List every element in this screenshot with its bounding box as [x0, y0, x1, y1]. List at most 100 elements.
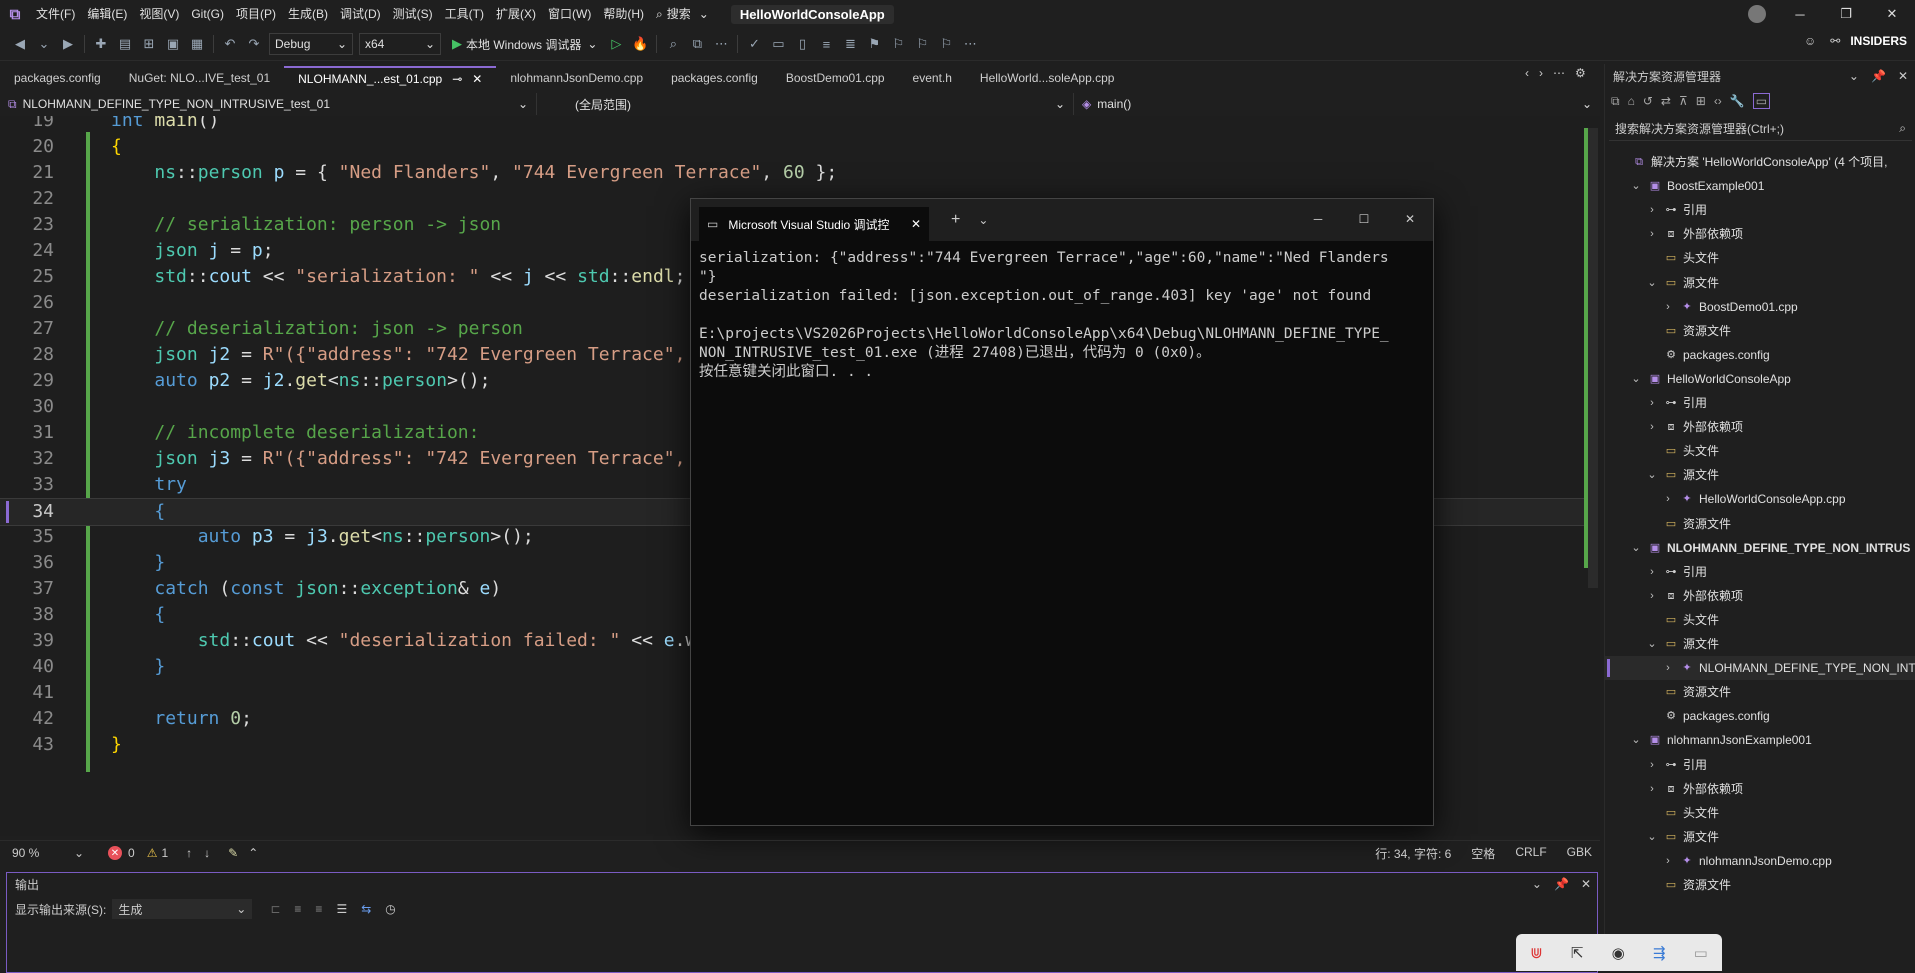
collapse-all-icon[interactable]: ⊼ — [1679, 94, 1688, 108]
close-icon[interactable]: ✕ — [1387, 199, 1433, 239]
encoding[interactable]: GBK — [1567, 845, 1592, 862]
cleanup-icon[interactable]: ✎ — [228, 846, 238, 860]
solution-tree-item[interactable]: ⌄ ▣ BoostExample001 — [1605, 174, 1915, 198]
restore-icon[interactable]: ❐ — [1823, 0, 1869, 28]
pin-icon[interactable]: ⊸ — [452, 68, 462, 90]
chevron-down-icon[interactable]: ⌄ — [1629, 728, 1643, 752]
chevron-right-icon[interactable]: › — [1645, 415, 1659, 439]
chevron-down-icon[interactable]: ⌄ — [1645, 825, 1659, 849]
solution-tree-item[interactable]: ▭ 资源文件 — [1605, 512, 1915, 536]
chevron-down-icon[interactable]: ⌄ — [978, 213, 988, 227]
solution-tree-item[interactable]: ⌄ ▭ 源文件 — [1605, 463, 1915, 487]
solution-tree-item[interactable]: › ⧈ 外部依赖项 — [1605, 777, 1915, 801]
back-icon[interactable]: ◀ — [9, 33, 31, 55]
solution-tree-item[interactable]: ⌄ ▣ nlohmannJsonExample001 — [1605, 728, 1915, 752]
window-icon[interactable]: ▭ — [1694, 944, 1708, 962]
solution-search-input[interactable]: 搜索解决方案资源管理器(Ctrl+;) ⌕ — [1609, 116, 1912, 141]
chevron-up-icon[interactable]: ⌃ — [248, 846, 258, 860]
chevron-down-icon[interactable]: ⌄ — [1645, 271, 1659, 295]
close-icon[interactable]: ✕ — [1898, 69, 1908, 83]
solution-tree-item[interactable]: › ⧈ 外部依赖项 — [1605, 222, 1915, 246]
save-all-icon[interactable]: ▦ — [186, 33, 208, 55]
share-icon[interactable]: ⚯ — [1830, 34, 1840, 48]
undo-icon[interactable]: ↶ — [219, 33, 241, 55]
error-icon[interactable]: ✕ — [108, 846, 122, 860]
solution-tree-item[interactable]: ⌄ ▭ 源文件 — [1605, 825, 1915, 849]
arrow-up-icon[interactable]: ↑ — [186, 846, 192, 860]
close-icon[interactable]: ✕ — [472, 68, 482, 90]
comment-icon[interactable]: ▭ — [767, 33, 789, 55]
chevron-right-icon[interactable]: › — [1645, 777, 1659, 801]
more-icon[interactable]: ⋯ — [710, 33, 732, 55]
menu-item[interactable]: 帮助(H) — [597, 0, 650, 28]
project-select[interactable]: ⧉ NLOHMANN_DEFINE_TYPE_NON_INTRUSIVE_tes… — [0, 93, 537, 115]
editor-tab[interactable]: BoostDemo01.cpp — [772, 66, 899, 90]
line-ending[interactable]: CRLF — [1515, 845, 1546, 862]
spell-check-icon[interactable]: ✓ — [743, 33, 765, 55]
solution-tree-item[interactable]: ⧉ 解决方案 'HelloWorldConsoleApp' (4 个项目, — [1605, 150, 1915, 174]
solution-tree-item[interactable]: ⌄ ▭ 源文件 — [1605, 632, 1915, 656]
solution-tree-item[interactable]: › ⊶ 引用 — [1605, 391, 1915, 415]
pin-icon[interactable]: 📌 — [1871, 69, 1886, 83]
solution-tree-item[interactable]: › ⊶ 引用 — [1605, 753, 1915, 777]
chevron-right-icon[interactable]: › — [1661, 295, 1675, 319]
editor-tab[interactable]: nlohmannJsonDemo.cpp — [496, 66, 657, 90]
outdent-icon[interactable]: ≣ — [839, 33, 861, 55]
solution-tree-item[interactable]: ⌄ ▭ 源文件 — [1605, 271, 1915, 295]
chevron-right-icon[interactable]: › — [1645, 391, 1659, 415]
minimize-icon[interactable]: ─ — [1295, 199, 1341, 239]
new-project-icon[interactable]: ✚ — [90, 33, 112, 55]
arrow-down-icon[interactable]: ↓ — [204, 846, 210, 860]
whitespace-mode[interactable]: 空格 — [1471, 845, 1495, 862]
uncomment-icon[interactable]: ▯ — [791, 33, 813, 55]
chevron-right-icon[interactable]: › — [1645, 560, 1659, 584]
search-menu[interactable]: ⌕ 搜索 ⌄ — [650, 0, 715, 28]
solution-tree-item[interactable]: ▭ 头文件 — [1605, 801, 1915, 825]
app-icon[interactable]: ⋓ — [1530, 944, 1543, 962]
close-icon[interactable]: ✕ — [911, 217, 921, 231]
solution-tree-item[interactable]: ⌄ ▣ HelloWorldConsoleApp — [1605, 367, 1915, 391]
member-select[interactable]: ◈ main() ⌄ — [1074, 93, 1600, 115]
start-without-debugging-icon[interactable]: ▷ — [605, 33, 627, 55]
solution-tree-item[interactable]: › ✦ HelloWorldConsoleApp.cpp — [1605, 487, 1915, 511]
browse-icon[interactable]: ⧉ — [686, 33, 708, 55]
wrench-icon[interactable]: 🔧 — [1730, 94, 1745, 108]
chevron-down-icon[interactable]: ⌄ — [1629, 174, 1643, 198]
solution-tree-item[interactable]: ▭ 资源文件 — [1605, 680, 1915, 704]
record-icon[interactable]: ◉ — [1612, 944, 1625, 962]
warning-icon[interactable]: ⚠ — [147, 846, 158, 860]
translate-icon[interactable]: ⇶ — [1653, 944, 1666, 962]
chevron-right-icon[interactable]: › — [1645, 198, 1659, 222]
chevron-right-icon[interactable]: › — [1645, 222, 1659, 246]
cursor-tool-icon[interactable]: ⇱ — [1571, 944, 1584, 962]
clear-all-icon[interactable]: ☰ — [336, 902, 347, 916]
redo-icon[interactable]: ↷ — [243, 33, 265, 55]
zoom-select[interactable]: 90 % ⌄ — [0, 846, 84, 860]
forward-icon[interactable]: ▶ — [57, 33, 79, 55]
solution-tree-item[interactable]: ▭ 资源文件 — [1605, 873, 1915, 897]
menu-item[interactable]: 视图(V) — [133, 0, 185, 28]
save-icon[interactable]: ▣ — [162, 33, 184, 55]
scope-select[interactable]: (全局范围) ⌄ — [537, 93, 1074, 115]
editor-tab[interactable]: HelloWorld...soleApp.cpp — [966, 66, 1129, 90]
vertical-scrollbar[interactable] — [1588, 128, 1598, 588]
word-wrap-icon[interactable]: ⇆ — [361, 902, 371, 916]
maximize-icon[interactable]: ☐ — [1341, 199, 1387, 239]
menu-item[interactable]: 项目(P) — [230, 0, 282, 28]
chevron-down-icon[interactable]: ⌄ — [1629, 367, 1643, 391]
menu-item[interactable]: Git(G) — [185, 0, 230, 28]
menu-item[interactable]: 测试(S) — [387, 0, 439, 28]
sync-icon[interactable]: ⇄ — [1661, 94, 1671, 108]
menu-item[interactable]: 扩展(X) — [490, 0, 542, 28]
chevron-right-icon[interactable]: › — [1645, 753, 1659, 777]
insiders-badge[interactable]: ☺ ⚯ INSIDERS — [1804, 34, 1907, 48]
solution-tree-item[interactable]: › ⧈ 外部依赖项 — [1605, 415, 1915, 439]
open-file-icon[interactable]: ▤ — [114, 33, 136, 55]
output-source-select[interactable]: 生成 ⌄ — [112, 899, 253, 919]
debug-console-window[interactable]: ▭ Microsoft Visual Studio 调试控 ✕ + ⌄ ─ ☐ … — [690, 198, 1434, 826]
bookmark-icon[interactable]: ⚑ — [863, 33, 885, 55]
find-message-icon[interactable]: ⊏ — [270, 902, 280, 916]
solution-tree-item[interactable]: ⚙ packages.config — [1605, 704, 1915, 728]
prev-message-icon[interactable]: ≡ — [294, 902, 301, 916]
pin-icon[interactable]: 📌 — [1554, 877, 1569, 891]
